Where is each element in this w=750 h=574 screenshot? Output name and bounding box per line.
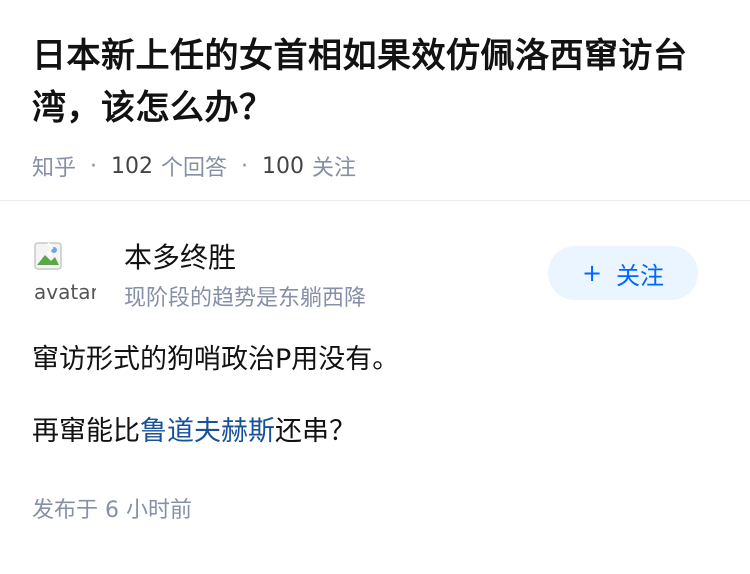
- avatar[interactable]: avatar: [32, 238, 96, 302]
- meta-separator: ·: [241, 153, 249, 179]
- author-bio: 现阶段的趋势是东躺西降: [124, 286, 367, 311]
- follower-count[interactable]: 100: [262, 154, 304, 179]
- question-header: 日本新上任的女首相如果效仿佩洛西窜访台湾，该怎么办？ 知乎 · 102 个回答 …: [32, 30, 722, 182]
- question-meta: 知乎 · 102 个回答 · 100 关注: [32, 150, 722, 182]
- answer-paragraph: 窜访形式的狗哨政治P用没有。: [32, 344, 400, 375]
- answer-count[interactable]: 102: [111, 154, 153, 179]
- section-divider: [0, 200, 750, 201]
- follow-button[interactable]: + 关注: [548, 246, 698, 300]
- answer-count-label[interactable]: 个回答: [161, 150, 227, 182]
- meta-separator: ·: [90, 153, 98, 179]
- follower-count-label[interactable]: 关注: [312, 150, 356, 182]
- publish-time: 发布于 6 小时前: [32, 498, 192, 523]
- answer-card: avatar 本多终胜 现阶段的趋势是东躺西降 + 关注 窜访形式的狗哨政治P用…: [32, 232, 718, 524]
- follow-button-label: 关注: [616, 261, 665, 290]
- answer-paragraph: 再窜能比鲁道夫赫斯还串？: [32, 412, 718, 452]
- paragraph-text: 再窜能比: [32, 416, 140, 447]
- source-label[interactable]: 知乎: [32, 150, 76, 182]
- author-row: avatar 本多终胜 现阶段的趋势是东躺西降 + 关注: [32, 232, 718, 312]
- plus-icon: +: [581, 259, 603, 287]
- question-title[interactable]: 日本新上任的女首相如果效仿佩洛西窜访台湾，该怎么办？: [32, 30, 722, 134]
- inline-link[interactable]: 鲁道夫赫斯: [140, 416, 275, 447]
- answer-content: 窜访形式的狗哨政治P用没有。 再窜能比鲁道夫赫斯还串？: [32, 340, 718, 452]
- broken-image-icon: [34, 242, 62, 270]
- paragraph-text: 还串？: [275, 416, 356, 447]
- avatar-alt-text: avatar: [34, 280, 96, 302]
- author-name[interactable]: 本多终胜: [124, 236, 236, 276]
